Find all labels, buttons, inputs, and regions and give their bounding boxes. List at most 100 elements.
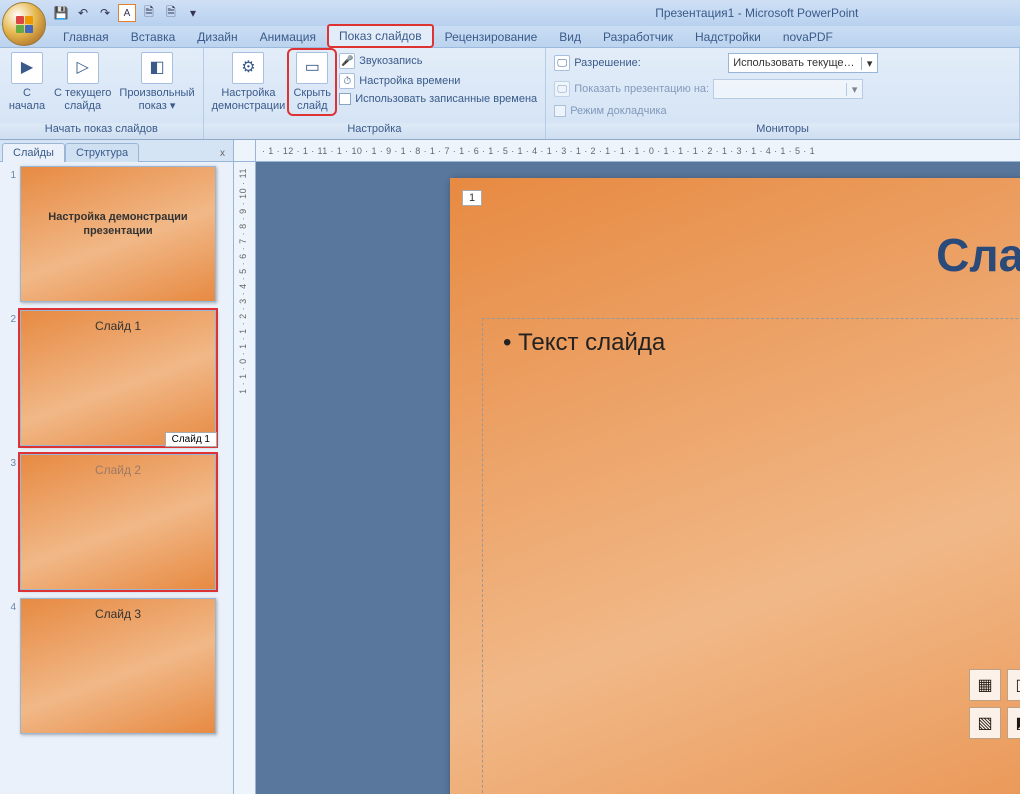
- group-setup: ⚙ Настройка демонстрации ▭ Скрыть слайд …: [204, 48, 547, 139]
- from-current-button[interactable]: ▷ С текущего слайда: [50, 50, 115, 114]
- qat-a-button[interactable]: A: [118, 4, 136, 22]
- setup-l1: Настройка: [221, 87, 275, 99]
- ruler-corner: [234, 140, 256, 162]
- thumb-row-3[interactable]: 3 Слайд 2: [2, 454, 231, 590]
- use-recorded-label: Использовать записанные времена: [355, 93, 537, 105]
- custom-show-icon: ◧: [141, 52, 173, 84]
- tab-novapdf[interactable]: novaPDF: [772, 26, 844, 47]
- tab-review[interactable]: Рецензирование: [434, 26, 549, 47]
- custom-show-button[interactable]: ◧ Произвольный показ ▾: [115, 50, 198, 114]
- microphone-icon: 🎤: [339, 53, 355, 69]
- undo-icon[interactable]: ↶: [74, 4, 92, 22]
- thumb-2[interactable]: Слайд 1 Слайд 1: [20, 310, 216, 446]
- from-current-l1: С текущего: [54, 87, 111, 99]
- rehearse-timings-button[interactable]: ⏱ Настройка времени: [339, 72, 537, 90]
- thumb-4-title: Слайд 3: [21, 607, 215, 621]
- custom-show-l1: Произвольный: [119, 87, 194, 99]
- redo-icon[interactable]: ↷: [96, 4, 114, 22]
- thumb-num: 1: [2, 166, 16, 181]
- thumb-3[interactable]: Слайд 2: [20, 454, 216, 590]
- tab-slideshow[interactable]: Показ слайдов: [327, 24, 434, 48]
- ruler-horizontal: · 1 · 12 · 1 · 11 · 1 · 10 · 1 · 9 · 1 ·…: [256, 140, 1020, 162]
- save-icon[interactable]: 💾: [52, 4, 70, 22]
- tab-outline-panel[interactable]: Структура: [65, 143, 139, 162]
- insert-chart-icon[interactable]: ◫: [1007, 669, 1020, 701]
- slides-panel: Слайды Структура x 1 Настройка демонстра…: [0, 140, 234, 794]
- thumb-num: 4: [2, 598, 16, 613]
- thumb-num: 2: [2, 310, 16, 325]
- thumb-2-title: Слайд 1: [21, 319, 215, 333]
- presenter-label: Режим докладчика: [570, 105, 666, 117]
- group-setup-label: Настройка: [204, 123, 546, 139]
- checkbox-icon: [339, 93, 351, 105]
- thumb-row-2[interactable]: 2 Слайд 1 Слайд 1: [2, 310, 231, 446]
- setup-show-button[interactable]: ⚙ Настройка демонстрации: [208, 50, 290, 114]
- thumbnail-list: 1 Настройка демонстрации презентации 2 С…: [0, 162, 233, 794]
- checkbox-icon: [554, 105, 566, 117]
- window-title: Презентация1 - Microsoft PowerPoint: [655, 6, 858, 20]
- tab-home[interactable]: Главная: [52, 26, 120, 47]
- thumb-2-tooltip: Слайд 1: [165, 432, 217, 447]
- tab-design[interactable]: Дизайн: [186, 26, 248, 47]
- rehearse-label: Настройка времени: [359, 75, 460, 87]
- tab-addins[interactable]: Надстройки: [684, 26, 772, 47]
- play-icon: ▶: [11, 52, 43, 84]
- edit-area: · 1 · 12 · 1 · 11 · 1 · 10 · 1 · 9 · 1 ·…: [234, 140, 1020, 794]
- record-sound-button[interactable]: 🎤 Звукозапись: [339, 52, 537, 70]
- from-beginning-button[interactable]: ▶ С начала: [4, 50, 50, 114]
- monitor2-icon: 🖵: [554, 81, 570, 97]
- use-recorded-checkbox[interactable]: Использовать записанные времена: [339, 92, 537, 106]
- workspace: Слайды Структура x 1 Настройка демонстра…: [0, 140, 1020, 794]
- qat-more-icon[interactable]: ▾: [184, 4, 202, 22]
- record-sound-label: Звукозапись: [359, 55, 422, 67]
- thumb-1-title: Настройка демонстрации презентации: [21, 210, 215, 239]
- group-start-slideshow: ▶ С начала ▷ С текущего слайда ◧ Произво…: [0, 48, 204, 139]
- chevron-down-icon: ▾: [846, 83, 862, 96]
- ribbon: ▶ С начала ▷ С текущего слайда ◧ Произво…: [0, 48, 1020, 140]
- hide-l1: Скрыть: [293, 87, 331, 99]
- panel-tabs: Слайды Структура x: [0, 140, 233, 162]
- slide-canvas[interactable]: 1 Слайд 2 Текст слайда ▦ ◫ ▤ ▧ ◩ ◎: [270, 178, 1020, 794]
- qat-b-button[interactable]: 🗎: [140, 4, 158, 22]
- slide-body-placeholder[interactable]: Текст слайда ▦ ◫ ▤ ▧ ◩ ◎: [482, 318, 1020, 794]
- show-on-dropdown: ▾: [713, 79, 863, 99]
- clock-icon: ⏱: [339, 73, 355, 89]
- custom-show-l2: показ ▾: [139, 100, 176, 112]
- insert-picture-icon[interactable]: ▧: [969, 707, 1001, 739]
- thumb-3-title: Слайд 2: [21, 463, 215, 477]
- current-slide[interactable]: 1 Слайд 2 Текст слайда ▦ ◫ ▤ ▧ ◩ ◎: [450, 178, 1020, 794]
- thumb-1[interactable]: Настройка демонстрации презентации: [20, 166, 216, 302]
- resolution-value: Использовать текуще…: [729, 57, 861, 69]
- office-button[interactable]: [2, 2, 46, 46]
- presenter-view-checkbox: Режим докладчика: [554, 104, 878, 118]
- thumb-row-1[interactable]: 1 Настройка демонстрации презентации: [2, 166, 231, 302]
- tab-view[interactable]: Вид: [548, 26, 592, 47]
- panel-close-button[interactable]: x: [216, 146, 229, 161]
- hide-slide-icon: ▭: [296, 52, 328, 84]
- slide-title-text[interactable]: Слайд 2: [936, 228, 1020, 282]
- hide-l2: слайд: [297, 100, 328, 112]
- insert-table-icon[interactable]: ▦: [969, 669, 1001, 701]
- from-beginning-l1: С: [23, 87, 31, 99]
- group-monitors: 🖵 Разрешение: Использовать текуще… ▾ 🖵 П…: [546, 48, 1020, 139]
- slide-number-badge: 1: [462, 190, 482, 206]
- thumb-num: 3: [2, 454, 16, 469]
- title-bar: 💾 ↶ ↷ A 🗎 🗎 ▾ Презентация1 - Microsoft P…: [0, 0, 1020, 26]
- insert-clipart-icon[interactable]: ◩: [1007, 707, 1020, 739]
- slide-body-text[interactable]: Текст слайда: [503, 329, 1020, 357]
- group-monitors-label: Мониторы: [546, 123, 1019, 139]
- content-placeholder-icons: ▦ ◫ ▤ ▧ ◩ ◎: [969, 669, 1020, 739]
- qat-c-button[interactable]: 🗎: [162, 4, 180, 22]
- tab-developer[interactable]: Разработчик: [592, 26, 684, 47]
- tab-slides-panel[interactable]: Слайды: [2, 143, 65, 162]
- resolution-dropdown[interactable]: Использовать текуще… ▾: [728, 53, 878, 73]
- tab-insert[interactable]: Вставка: [120, 26, 187, 47]
- chevron-down-icon: ▾: [861, 57, 877, 70]
- thumb-4[interactable]: Слайд 3: [20, 598, 216, 734]
- hide-slide-button[interactable]: ▭ Скрыть слайд: [289, 50, 335, 114]
- thumb-row-4[interactable]: 4 Слайд 3: [2, 598, 231, 734]
- tab-animation[interactable]: Анимация: [249, 26, 327, 47]
- ribbon-tabs: Главная Вставка Дизайн Анимация Показ сл…: [0, 26, 1020, 48]
- from-current-l2: слайда: [64, 100, 101, 112]
- monitor-icon: 🖵: [554, 55, 570, 71]
